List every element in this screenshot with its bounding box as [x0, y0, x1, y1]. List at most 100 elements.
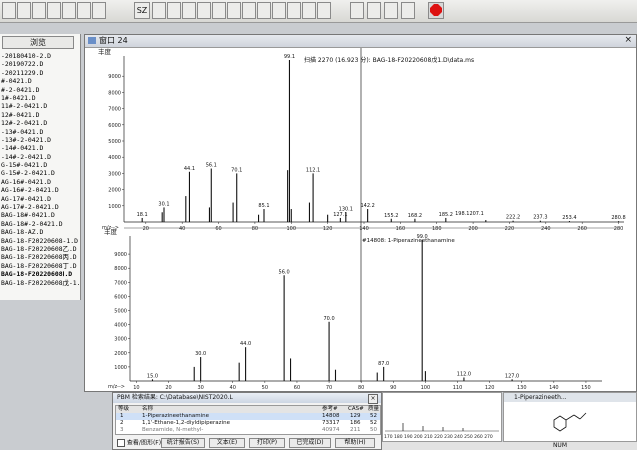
x-tick-label: 70	[326, 385, 332, 391]
view-graph-checkbox[interactable]: 查看/图形(F)	[117, 439, 161, 448]
peak-label: 56.0	[279, 269, 290, 275]
table-cell: 1-Piperazineethanamine	[142, 413, 210, 419]
table-cell: 40974	[322, 427, 340, 433]
x-tick-label: 160	[396, 226, 406, 232]
peak-label: 142.2	[360, 203, 374, 209]
done-button[interactable]: 已完成(D)	[289, 438, 331, 448]
mini-spectrum: 170 180 190 200 210 220 230 240 250 260 …	[382, 392, 502, 442]
table-cell: 2	[120, 420, 124, 426]
header-rank: 等级	[118, 406, 130, 412]
x-tick-label: 240	[541, 226, 551, 232]
table-cell: 73317	[322, 420, 340, 426]
num-indicator: NUM	[552, 442, 567, 449]
x-tick-label: 80	[358, 385, 364, 391]
y-tick-label: 8000	[114, 266, 127, 272]
x-tick-label: 20	[143, 226, 149, 232]
y-tick-label: 5000	[114, 309, 127, 315]
peak-label: 112.1	[306, 167, 320, 173]
peak-label: 99.1	[284, 54, 295, 60]
peak-label: 198.1207.1	[455, 211, 484, 217]
header-cas: CAS#	[348, 406, 364, 412]
table-cell: 3	[120, 427, 124, 433]
text-button[interactable]: 文本(E)	[209, 438, 245, 448]
chain-bond	[565, 414, 575, 421]
scan-header: 扫描 2270 (16.923 分): BAG-18-F20220608戊1.D…	[304, 56, 474, 64]
peak-label: 280.8	[611, 215, 625, 221]
structure-drawing	[553, 412, 587, 432]
structure-panel: 1-Piperazineeth...	[503, 392, 637, 442]
x-tick-label: 180	[432, 226, 442, 232]
peak-label: 18.1	[137, 212, 148, 218]
y-tick-label: 1000	[114, 365, 127, 371]
y-tick-label: 8000	[108, 90, 121, 96]
x-tick-label: 20	[165, 385, 171, 391]
peak-label: 237.3	[533, 215, 547, 221]
table-row[interactable]: 2 1,1'-Ethane-1,2-diyldipiperazine 73317…	[116, 420, 380, 427]
x-axis-prefix: m/z-->	[108, 384, 125, 390]
peak-label: 70.0	[324, 316, 335, 322]
peak-label: 44.1	[184, 166, 195, 172]
print-button[interactable]: 打印(P)	[249, 438, 285, 448]
y-tick-label: 7000	[114, 280, 127, 286]
spectra-svg: 丰度 1000 2000 3000 4000 5000 6000 7000 8000 9000 20…	[98, 47, 626, 391]
x-tick-label: 60	[294, 385, 300, 391]
x-tick-label: 60	[215, 226, 221, 232]
table-row[interactable]: 3 Benzamide, N-methyl- 40974 211 50	[116, 427, 380, 434]
library-label: #14808: 1-Piperazineethanamine	[362, 238, 455, 244]
x-tick-label: 280	[614, 226, 624, 232]
table-cell: 52	[370, 420, 377, 426]
table-cell: 50	[370, 427, 377, 433]
table-cell: 1,1'-Ethane-1,2-diyldipiperazine	[142, 420, 230, 426]
dialog-title: PBM 检索结果: C:\Database\NIST2020.L	[113, 393, 381, 403]
piperazine-ring	[553, 415, 567, 432]
x-tick-label: 100	[421, 385, 431, 391]
x-tick-label: 10	[133, 385, 139, 391]
x-tick-label: 130	[517, 385, 527, 391]
mini-ticks: 170 180 190 200 210 220 230 240 250 260 …	[384, 434, 493, 440]
peak-label: 112.0	[457, 371, 471, 377]
y-tick-label: 4000	[114, 323, 127, 329]
y-tick-label: 1000	[108, 204, 121, 210]
peak-label: 87.0	[378, 361, 389, 367]
chain-bond	[573, 414, 581, 420]
y-tick-label: 5000	[108, 139, 121, 145]
peak-label: 253.4	[562, 215, 576, 221]
x-tick-label: 150	[581, 385, 591, 391]
peak-label: 85.1	[258, 203, 269, 209]
header-ref: 参考#	[322, 406, 338, 412]
peak-label: 127.1	[333, 212, 347, 218]
structure-title: 1-Piperazineeth...	[504, 393, 636, 402]
help-button[interactable]: 帮助(H)	[335, 438, 375, 448]
header-qual: 质量	[368, 406, 380, 412]
chain-bond	[579, 412, 587, 420]
x-tick-label: 220	[505, 226, 515, 232]
status-bar: NUM	[382, 442, 637, 450]
y-tick-label: 3000	[108, 171, 121, 177]
x-tick-label: 110	[453, 385, 463, 391]
peak-label: 44.0	[240, 341, 251, 347]
x-tick-label: 260	[577, 226, 587, 232]
header-name: 名称	[142, 406, 154, 412]
result-table: 等级 名称 参考# CAS# 质量 1 1-Piperazineethanami…	[115, 405, 381, 435]
x-tick-label: 200	[468, 226, 478, 232]
peak-label: 130.1	[339, 206, 353, 212]
x-tick-label: 120	[323, 226, 333, 232]
peak-label: 15.0	[147, 373, 158, 379]
stats-report-button[interactable]: 统计报告(S)	[161, 438, 205, 448]
y-axis-label: 丰度	[104, 227, 118, 236]
y-tick-label: 2000	[108, 188, 121, 194]
y-tick-label: 6000	[108, 123, 121, 129]
table-cell: 52	[370, 413, 377, 419]
close-icon[interactable]: ×	[368, 394, 378, 404]
y-tick-label: 2000	[114, 351, 127, 357]
peak-label: 70.1	[231, 167, 242, 173]
checkbox-label: 查看/图形(F)	[126, 439, 162, 447]
table-cell: 129	[350, 413, 361, 419]
y-tick-label: 9000	[114, 252, 127, 258]
table-row[interactable]: 1 1-Piperazineethanamine 14808 129 52	[116, 413, 380, 420]
table-cell: Benzamide, N-methyl-	[142, 427, 204, 433]
checkbox-box[interactable]	[117, 439, 125, 447]
table-cell: 211	[350, 427, 361, 433]
y-tick-label: 6000	[114, 294, 127, 300]
table-cell: 1	[120, 413, 124, 419]
